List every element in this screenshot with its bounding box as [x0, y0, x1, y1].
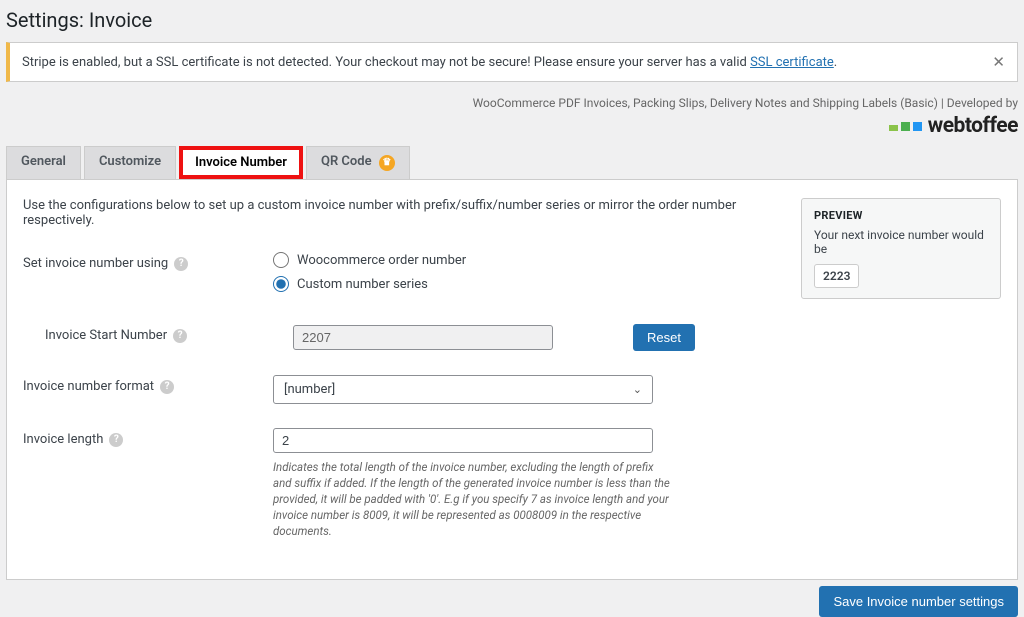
label-set-using: Set invoice number using ?	[23, 252, 273, 271]
label-start-number-text: Invoice Start Number	[45, 328, 167, 343]
label-format: Invoice number format ?	[23, 375, 273, 394]
tab-customize[interactable]: Customize	[84, 146, 176, 179]
ssl-link[interactable]: SSL certificate	[750, 55, 834, 70]
preview-title: PREVIEW	[814, 209, 988, 222]
settings-main: Use the configurations below to set up a…	[23, 198, 781, 563]
intro-text: Use the configurations below to set up a…	[23, 198, 781, 228]
notice-suffix: .	[834, 55, 837, 70]
label-format-text: Invoice number format	[23, 379, 154, 394]
save-button[interactable]: Save Invoice number settings	[819, 586, 1018, 617]
settings-panel: Use the configurations below to set up a…	[6, 179, 1018, 580]
help-icon[interactable]: ?	[174, 257, 188, 271]
length-input[interactable]	[273, 428, 653, 453]
field-format: Invoice number format ? [number] ⌄	[23, 375, 781, 404]
field-set-using: Set invoice number using ? Woocommerce o…	[23, 252, 781, 300]
label-length: Invoice length ?	[23, 428, 273, 447]
label-length-text: Invoice length	[23, 432, 103, 447]
notice-prefix: Stripe is enabled, but a SSL certificate…	[22, 55, 750, 70]
tabs-nav: General Customize Invoice Number QR Code…	[6, 146, 1018, 179]
label-start-number: Invoice Start Number ?	[23, 324, 293, 343]
ssl-notice: Stripe is enabled, but a SSL certificate…	[6, 42, 1018, 82]
notice-text: Stripe is enabled, but a SSL certificate…	[22, 55, 837, 70]
close-icon[interactable]: ✕	[992, 53, 1005, 71]
help-icon[interactable]: ?	[173, 329, 187, 343]
crown-icon: ♛	[379, 155, 395, 171]
preview-sidebar: PREVIEW Your next invoice number would b…	[801, 198, 1001, 563]
logo-row: webtoffee	[6, 114, 1018, 138]
preview-box: PREVIEW Your next invoice number would b…	[801, 198, 1001, 299]
logo-text: webtoffee	[928, 114, 1018, 138]
preview-number: 2223	[814, 264, 859, 288]
radio-woo-order[interactable]: Woocommerce order number	[273, 252, 781, 268]
radio-custom-label: Custom number series	[297, 277, 428, 292]
format-select[interactable]: [number] ⌄	[273, 375, 653, 404]
help-icon[interactable]: ?	[160, 380, 174, 394]
webtoffee-logo: webtoffee	[889, 114, 1018, 138]
radio-woo-input[interactable]	[273, 252, 289, 268]
tab-qr-code[interactable]: QR Code ♛	[306, 146, 410, 179]
preview-desc: Your next invoice number would be	[814, 228, 988, 256]
start-number-input[interactable]	[293, 325, 553, 350]
reset-button[interactable]: Reset	[633, 324, 695, 351]
page-title: Settings: Invoice	[0, 0, 1024, 42]
help-icon[interactable]: ?	[109, 433, 123, 447]
label-set-using-text: Set invoice number using	[23, 256, 168, 271]
radio-custom-series[interactable]: Custom number series	[273, 276, 781, 292]
format-value: [number]	[284, 382, 335, 397]
radio-custom-input[interactable]	[273, 276, 289, 292]
footer: Save Invoice number settings	[6, 586, 1018, 617]
logo-squares-icon	[889, 122, 922, 131]
tab-invoice-number[interactable]: Invoice Number	[179, 146, 303, 179]
developer-info: WooCommerce PDF Invoices, Packing Slips,…	[6, 96, 1018, 110]
field-start-number: Invoice Start Number ? Reset	[23, 324, 781, 351]
tab-general[interactable]: General	[6, 146, 81, 179]
tab-qr-label: QR Code	[321, 154, 372, 169]
chevron-down-icon: ⌄	[633, 383, 642, 396]
radio-woo-label: Woocommerce order number	[297, 253, 466, 268]
field-length: Invoice length ? Indicates the total len…	[23, 428, 781, 539]
length-help-text: Indicates the total length of the invoic…	[273, 459, 673, 539]
